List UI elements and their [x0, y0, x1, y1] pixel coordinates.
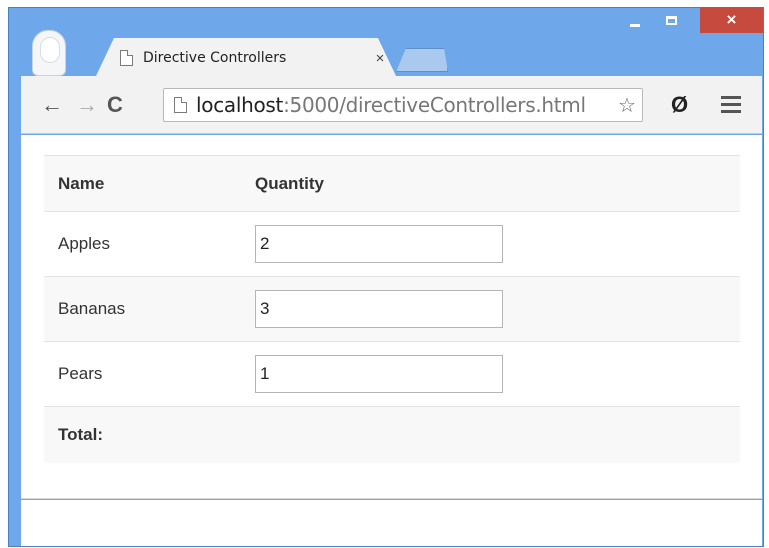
total-label: Total:: [44, 406, 241, 463]
url-path: :5000/directiveControllers.html: [283, 93, 586, 117]
url-host: localhost: [196, 93, 284, 117]
tab-content[interactable]: Directive Controllers ×: [120, 45, 390, 71]
products-table: Name Quantity Apples Bananas Pears Total…: [44, 155, 740, 463]
tab-title: Directive Controllers: [143, 50, 287, 66]
forward-button[interactable]: →: [76, 94, 98, 116]
name-column-header: Name: [44, 155, 241, 212]
menu-icon[interactable]: [721, 96, 741, 117]
table-header-row: Name Quantity: [44, 155, 740, 212]
quantity-input[interactable]: [255, 290, 503, 328]
product-name: Pears: [44, 341, 241, 407]
quantity-column-header: Quantity: [241, 155, 740, 212]
total-value: [241, 406, 740, 463]
maximize-button[interactable]: [656, 7, 686, 33]
table-footer-row: Total:: [44, 406, 740, 463]
table-row: Bananas: [44, 276, 740, 342]
page-icon: [174, 97, 187, 113]
quantity-input[interactable]: [255, 355, 503, 393]
page-content: Name Quantity Apples Bananas Pears Total…: [21, 135, 762, 499]
extension-icon[interactable]: Ø: [671, 92, 688, 118]
product-name: Bananas: [44, 276, 241, 342]
back-button[interactable]: ←: [41, 94, 63, 116]
product-name: Apples: [44, 211, 241, 277]
url-text[interactable]: localhost:5000/directiveControllers.html: [196, 93, 612, 117]
browser-toolbar: ← → C localhost:5000/directiveController…: [21, 76, 762, 134]
maximize-icon: [665, 15, 677, 25]
minimize-button[interactable]: [620, 7, 650, 33]
bookmark-star-icon[interactable]: ☆: [612, 93, 642, 118]
page-icon: [120, 50, 133, 66]
quantity-cell: [241, 276, 740, 342]
window-close-button[interactable]: ×: [700, 7, 763, 33]
table-row: Pears: [44, 341, 740, 407]
reload-button[interactable]: C: [107, 94, 123, 116]
tab-close-button[interactable]: ×: [370, 50, 390, 67]
minimize-icon: [630, 23, 640, 27]
address-bar[interactable]: localhost:5000/directiveControllers.html…: [163, 88, 643, 122]
quantity-input[interactable]: [255, 225, 503, 263]
page-bottom: [21, 500, 762, 546]
table-row: Apples: [44, 211, 740, 277]
profile-icon[interactable]: [32, 30, 66, 76]
quantity-cell: [241, 341, 740, 407]
quantity-cell: [241, 211, 740, 277]
